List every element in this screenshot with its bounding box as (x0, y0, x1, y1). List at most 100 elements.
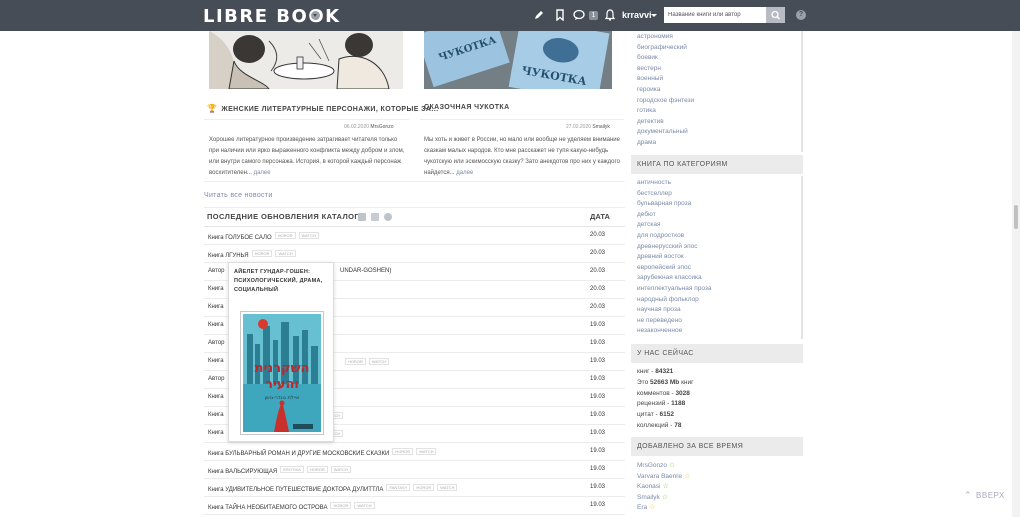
genre-link[interactable]: боевик (637, 54, 658, 61)
rss-icon[interactable] (371, 213, 379, 221)
catalog-row[interactable]: Книга БУЛЬВАРНЫЙ РОМАН И ДРУГИЕ МОСКОВСК… (204, 443, 625, 461)
genre-link[interactable]: городское фэнтези (637, 97, 694, 104)
catalog-row-title[interactable]: Книга БУЛЬВАРНЫЙ РОМАН И ДРУГИЕ МОСКОВСК… (208, 448, 437, 457)
category-link[interactable]: для подростков (637, 232, 684, 239)
category-link[interactable]: не переведено (637, 317, 682, 324)
genre-link[interactable]: детектив (637, 118, 664, 125)
genre-tag[interactable]: HOROR (392, 448, 414, 455)
help-icon[interactable]: ? (796, 10, 806, 20)
user-link[interactable]: Kaonasi ☆ (637, 482, 669, 490)
catalog-row-title[interactable]: Автор (208, 340, 224, 346)
clock-icon[interactable] (384, 213, 392, 221)
catalog-row-title[interactable]: Книга (208, 322, 224, 328)
genre-tag[interactable]: HOROR (345, 358, 366, 365)
genre-tag[interactable]: HOROR (306, 466, 328, 473)
catalog-row-title[interactable]: Книга (208, 286, 224, 292)
catalog-row[interactable]: Книга ТАЙНА НЕОБИТАЕМОГО ОСТРОВА HOROR WAT… (204, 497, 625, 515)
genre-link[interactable]: биографический (637, 44, 687, 51)
genre-tag[interactable]: WATCH (437, 484, 458, 491)
category-link[interactable]: незаконченное (637, 327, 682, 334)
bookmark-icon[interactable] (553, 9, 566, 22)
genre-link[interactable]: вестерн (637, 65, 661, 72)
catalog-row-title[interactable]: Автор UNDAR-GOSHEN) (208, 268, 391, 274)
catalog-row[interactable]: Книга ГОЛУБОЕ САЛО HOROR WATCH 20.03 (204, 227, 625, 245)
catalog-row-title[interactable]: КнигаWATCH (208, 412, 344, 419)
genre-link[interactable]: астрономия (637, 33, 673, 40)
grid-view-icon[interactable] (358, 213, 366, 221)
catalog-row-title[interactable]: Книга ВАЛЬСИРУЮЩАЯ EROTIKA HOROR WATCH (208, 466, 351, 475)
page-scrollbar-thumb[interactable] (1014, 205, 1018, 229)
genre-tag[interactable]: FANTASY (386, 484, 411, 491)
messages-icon[interactable] (573, 9, 586, 22)
catalog-row-title[interactable]: Книга ГОЛУБОЕ САЛО HOROR WATCH (208, 232, 319, 241)
catalog-row-title[interactable]: Книга ЛГУНЬЯ HOROR WATCH (208, 250, 296, 259)
genre-tag[interactable]: WATCH (275, 250, 296, 257)
user-menu-name[interactable]: krravvi (622, 10, 652, 20)
genres-scroll-track[interactable] (801, 31, 803, 152)
site-logo[interactable]: LIBRE BOOK (203, 6, 341, 27)
news-author-2[interactable]: Smailyk (592, 124, 610, 130)
category-link[interactable]: народный фольклор (637, 296, 699, 303)
news-title-2[interactable]: СКАЗОЧНАЯ ЧУКОТКА (424, 104, 510, 120)
trophy-icon: 🏆 (207, 104, 218, 113)
genre-tag[interactable]: WATCH (354, 502, 375, 509)
user-link[interactable]: Varvara Baenre ☆ (637, 472, 690, 480)
category-link[interactable]: зарубежная классика (637, 274, 702, 281)
category-link[interactable]: дебют (637, 211, 656, 218)
genre-tag[interactable]: WATCH (330, 466, 351, 473)
genre-link[interactable]: военный (637, 75, 663, 82)
category-link[interactable]: бульварная проза (637, 200, 691, 207)
category-link[interactable]: бестселлер (637, 190, 672, 197)
catalog-row-title[interactable]: КнигаWATCH (208, 430, 344, 437)
category-link[interactable]: античность (637, 179, 671, 186)
category-link[interactable]: древний восток (637, 253, 684, 260)
pencil-icon[interactable] (532, 9, 545, 22)
category-link[interactable]: детская (637, 221, 660, 228)
catalog-row-title[interactable]: Книга (208, 394, 224, 400)
category-link[interactable]: древнерусский эпос (637, 243, 698, 250)
catalog-row-title[interactable]: Книга HOROR WATCH (208, 358, 390, 365)
genre-link[interactable]: драма (637, 139, 656, 146)
catalog-row[interactable]: Книга ЛГУНЬЯ HOROR WATCH 20.03 (204, 245, 625, 263)
genre-link[interactable]: документальный (637, 128, 688, 135)
news-more-link-1[interactable]: далее (254, 170, 271, 176)
genre-tag[interactable]: HOROR (274, 232, 296, 239)
catalog-row[interactable]: Книга УДИВИТЕЛЬНОЕ ПУТЕШЕСТВИЕ ДОКТОРА Д… (204, 479, 625, 497)
read-all-news-link[interactable]: Читать все новости (204, 192, 273, 199)
search-input[interactable] (664, 7, 766, 23)
genre-tag[interactable]: EROTIKA (280, 466, 304, 473)
user-menu-caret-icon[interactable] (651, 14, 657, 17)
news-excerpt-1: Хорошее литературное произведение затраг… (209, 137, 405, 176)
genre-link[interactable]: готика (637, 107, 656, 114)
news-more-link-2[interactable]: далее (456, 170, 473, 176)
genre-tag[interactable]: WATCH (298, 232, 319, 239)
news-author-1[interactable]: MrsGonzo (370, 124, 393, 130)
genre-tag[interactable]: HOROR (251, 250, 273, 257)
user-link[interactable]: Era ☆ (637, 503, 655, 511)
catalog-row-title[interactable]: АвторD) (208, 376, 314, 382)
search-button[interactable] (766, 7, 785, 23)
genre-tag[interactable]: WATCH (368, 358, 390, 365)
genre-tag[interactable]: HOROR (413, 484, 435, 491)
genre-tag[interactable]: HOROR (330, 502, 352, 509)
book-cover[interactable]: השקרנית והעיר איילת גונדר-גושן (240, 311, 324, 435)
user-link[interactable]: MrsGonzo ☆ (637, 461, 675, 469)
category-link[interactable]: научная проза (637, 306, 681, 313)
catalog-row[interactable]: Книга ВАЛЬСИРУЮЩАЯ EROTIKA HOROR WATCH 19.03 (204, 461, 625, 479)
catalog-row-title[interactable]: Книга (208, 304, 224, 310)
news-image-chukotka[interactable]: ЧУКОТКА ЧУКОТКА (424, 31, 612, 89)
bell-icon[interactable] (603, 9, 616, 22)
news-title-1[interactable]: 🏆 ЖЕНСКИЕ ЛИТЕРАТУРНЫЕ ПЕРСОНАЖИ, КОТОРЫЕ… (207, 104, 438, 120)
categories-scroll-track[interactable] (801, 176, 803, 339)
logo-dropdown-icon[interactable] (311, 11, 320, 20)
genre-link[interactable]: героика (637, 86, 660, 93)
category-link[interactable]: европейский эпос (637, 264, 691, 271)
news-image-women-characters[interactable] (209, 31, 403, 89)
category-link[interactable]: интеллектуальная проза (637, 285, 711, 292)
page-scrollbar[interactable] (1012, 31, 1020, 517)
user-link[interactable]: Smailyk ☆ (637, 493, 668, 501)
catalog-row-title[interactable]: Книга ТАЙНА НЕОБИТАЕМОГО ОСТРОВА HOROR WAT… (208, 502, 375, 511)
genre-tag[interactable]: WATCH (416, 448, 437, 455)
catalog-row-title[interactable]: Книга УДИВИТЕЛЬНОЕ ПУТЕШЕСТВИЕ ДОКТОРА Д… (208, 484, 458, 493)
scroll-to-top-button[interactable]: ⌃ ВВЕРХ (964, 490, 1005, 501)
